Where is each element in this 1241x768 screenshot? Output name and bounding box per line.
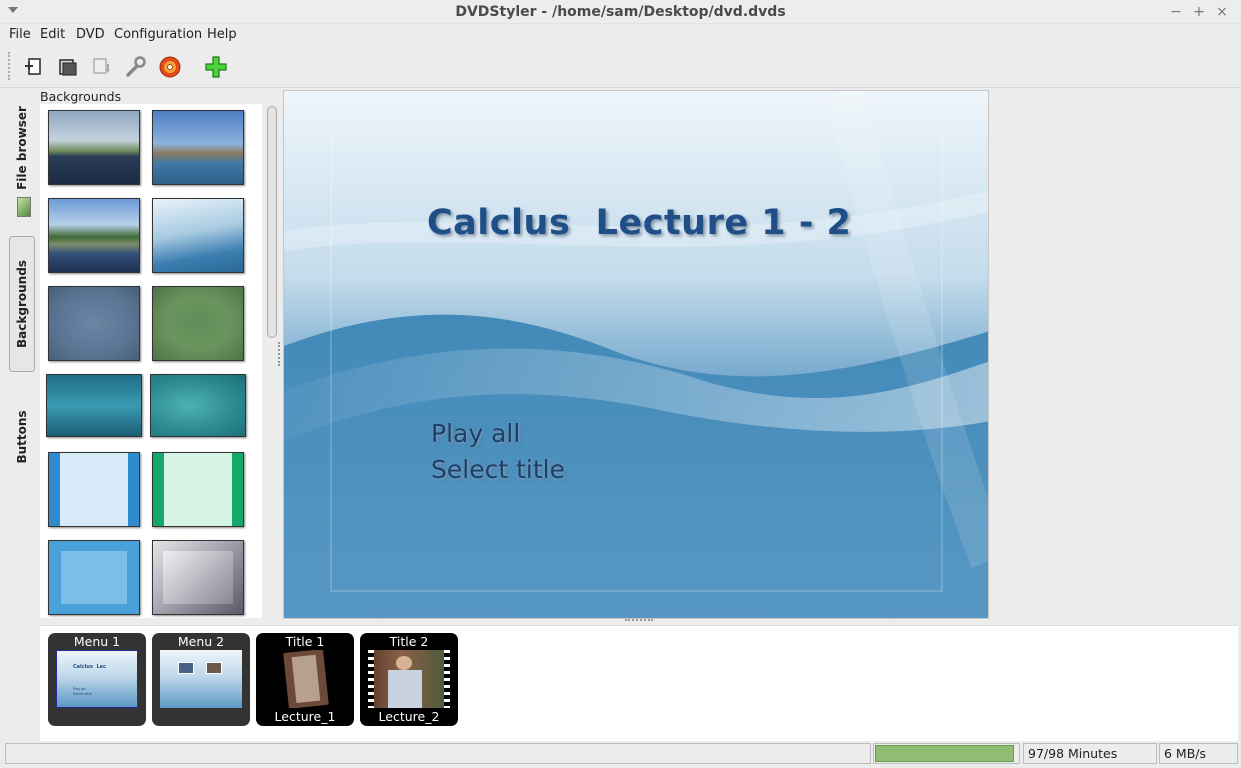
- title-2-name: Lecture_2: [378, 709, 440, 724]
- background-thumb[interactable]: [48, 110, 140, 185]
- statusbar: 97/98 Minutes 6 MB/s: [0, 741, 1241, 768]
- tab-file-browser-label: File browser: [15, 106, 29, 190]
- status-rate: 6 MB/s: [1159, 743, 1238, 764]
- tab-backgrounds-label: Backgrounds: [15, 260, 29, 348]
- background-thumb[interactable]: [152, 540, 244, 615]
- wrench-icon: [126, 56, 146, 77]
- tab-file-browser[interactable]: File browser: [9, 102, 35, 194]
- menu-2-card[interactable]: Menu 2: [152, 633, 250, 726]
- film-strip-icon: [283, 650, 329, 708]
- background-thumb[interactable]: [152, 198, 244, 273]
- thumb-video-frame: [178, 662, 194, 674]
- status-message: [5, 743, 871, 764]
- minimize-button[interactable]: −: [1167, 3, 1185, 21]
- menu-edit[interactable]: Edit: [40, 27, 65, 42]
- thumb-inner: [163, 551, 233, 604]
- menu-dvd[interactable]: DVD: [76, 27, 105, 42]
- progress-bar-fill: [875, 745, 1014, 762]
- window-titlebar: DVDStyler - /home/sam/Desktop/dvd.dvds −…: [0, 0, 1241, 24]
- thumb-video-frame: [206, 662, 222, 674]
- background-thumb[interactable]: [48, 198, 140, 273]
- play-all-button[interactable]: Play all: [431, 419, 520, 448]
- close-button[interactable]: ×: [1213, 3, 1231, 21]
- menu-title-text[interactable]: Calclus Lecture 1 - 2: [427, 203, 851, 243]
- select-title-button[interactable]: Select title: [431, 455, 565, 484]
- menu-editor-area: Calclus Lecture 1 - 2 Play all Select ti…: [282, 88, 1241, 620]
- green-plus-icon: [205, 56, 227, 78]
- menubar: File Edit DVD Configuration Help: [0, 24, 1241, 46]
- status-minutes: 97/98 Minutes: [1023, 743, 1157, 764]
- background-thumb[interactable]: [152, 452, 244, 527]
- save-icon: [93, 58, 110, 74]
- background-thumb[interactable]: [152, 286, 244, 361]
- menu-1-thumbnail: Calclus Lec Play all Select title: [56, 650, 138, 708]
- status-progress: [873, 743, 1020, 764]
- tab-buttons[interactable]: Buttons: [9, 402, 35, 472]
- menu-canvas[interactable]: Calclus Lecture 1 - 2 Play all Select ti…: [283, 90, 989, 619]
- thumb-inner: [61, 551, 127, 604]
- titleset-manager: Menu 1 Calclus Lec Play all Select title…: [40, 625, 1238, 741]
- horizontal-splitter[interactable]: [625, 619, 653, 622]
- file-browser-icon: [17, 197, 31, 217]
- thumb-person-head: [396, 656, 412, 670]
- menu-2-thumbnail: [160, 650, 242, 708]
- side-tabs: File browser Backgrounds Buttons: [0, 90, 38, 620]
- maximize-button[interactable]: +: [1190, 3, 1208, 21]
- panel-title: Backgrounds: [40, 89, 122, 104]
- menu-background: [284, 91, 988, 618]
- menu-2-label: Menu 2: [177, 634, 225, 649]
- title-1-thumbnail: [264, 650, 346, 708]
- burn-disc-icon: [159, 56, 181, 78]
- backgrounds-list: [40, 104, 262, 618]
- open-project-button[interactable]: [55, 54, 81, 80]
- background-thumb[interactable]: [48, 452, 140, 527]
- toolbar-grip: [8, 52, 10, 80]
- background-thumb[interactable]: [46, 374, 142, 437]
- thumb-select-text: Select title: [73, 692, 92, 696]
- backgrounds-panel: Backgrounds: [38, 88, 282, 620]
- window-title: DVDStyler - /home/sam/Desktop/dvd.dvds: [455, 4, 786, 20]
- open-folder-icon: [59, 59, 77, 76]
- thumb-person-body: [388, 670, 422, 708]
- scrollbar-thumb[interactable]: [267, 106, 277, 338]
- thumb-title-text: Calclus Lec: [73, 664, 106, 670]
- tab-backgrounds[interactable]: Backgrounds: [9, 236, 35, 372]
- title-1-name: Lecture_1: [274, 709, 336, 724]
- background-thumb[interactable]: [152, 110, 244, 185]
- menu-1-label: Menu 1: [73, 634, 121, 649]
- menu-file[interactable]: File: [9, 27, 31, 42]
- burn-dvd-button[interactable]: [157, 54, 183, 80]
- title-2-label: Title 2: [389, 634, 429, 649]
- splitter-handle[interactable]: [278, 342, 281, 366]
- menu-help[interactable]: Help: [207, 27, 237, 42]
- title-1-card[interactable]: Title 1 Lecture_1: [256, 633, 354, 726]
- menu-configuration[interactable]: Configuration: [114, 27, 202, 42]
- background-thumb[interactable]: [48, 540, 140, 615]
- background-thumb[interactable]: [150, 374, 246, 437]
- new-document-icon: [25, 58, 41, 75]
- thumb-film-edge: [368, 650, 374, 708]
- background-thumb[interactable]: [48, 286, 140, 361]
- title-2-card[interactable]: Title 2 Lecture_2: [360, 633, 458, 726]
- thumb-play-text: Play all: [73, 687, 86, 691]
- title-2-thumbnail: [368, 650, 450, 708]
- new-project-button[interactable]: [20, 54, 46, 80]
- add-button[interactable]: [203, 54, 229, 80]
- menu-1-card[interactable]: Menu 1 Calclus Lec Play all Select title: [48, 633, 146, 726]
- toolbar: [0, 46, 1241, 88]
- settings-button[interactable]: [122, 54, 148, 80]
- title-1-label: Title 1: [285, 634, 325, 649]
- thumb-film-edge: [444, 650, 450, 708]
- save-project-button[interactable]: [89, 54, 115, 80]
- tab-buttons-label: Buttons: [15, 410, 29, 464]
